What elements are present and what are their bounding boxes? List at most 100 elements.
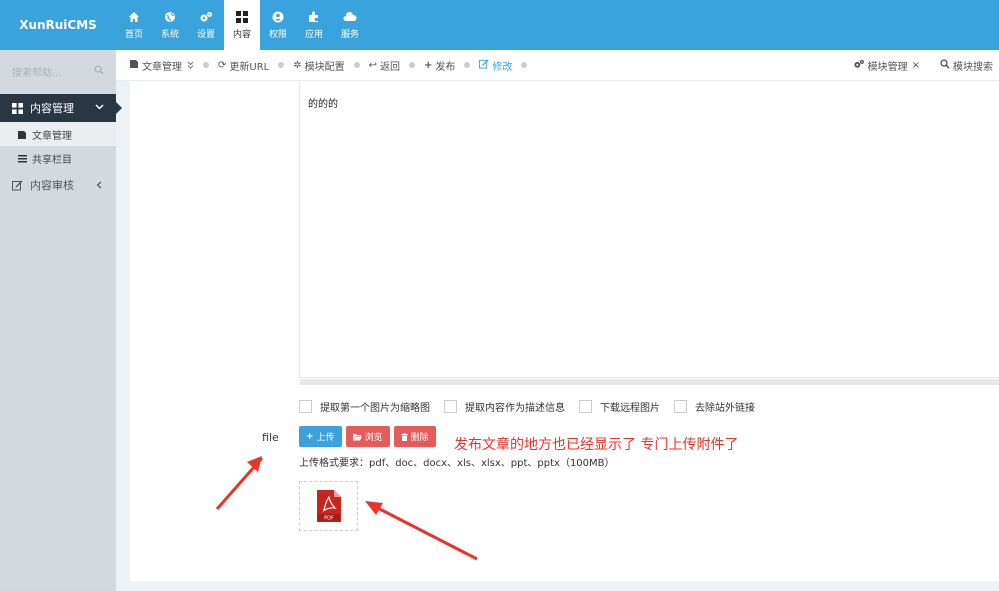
top-nav: 首页 系统 设置 内容 权限 应用 服务 bbox=[116, 0, 368, 50]
puzzle-icon bbox=[307, 10, 321, 24]
file-field-label: file bbox=[262, 431, 279, 444]
toolbar-right: 模块管理 × 模块搜索 bbox=[853, 50, 993, 81]
toolbar-module-search[interactable]: 模块搜索 bbox=[940, 58, 993, 73]
editor-scrollbar[interactable] bbox=[300, 379, 999, 385]
checkbox[interactable] bbox=[299, 400, 312, 413]
checkbox[interactable] bbox=[579, 400, 592, 413]
upload-button[interactable]: + 上传 bbox=[299, 426, 342, 447]
main-content: 的的的 提取第一个图片为缩略图 提取内容作为描述信息 下载远程图片 去除站外链接… bbox=[130, 81, 999, 581]
delete-button[interactable]: 删除 bbox=[393, 426, 436, 447]
option-thumbnail[interactable]: 提取第一个图片为缩略图 bbox=[299, 399, 430, 414]
sidebar-item-label: 文章管理 bbox=[32, 130, 72, 142]
sidebar-group-content[interactable]: 内容管理 bbox=[0, 94, 122, 122]
toolbar-edit[interactable]: 修改 bbox=[479, 58, 512, 73]
grid-icon bbox=[235, 10, 249, 24]
toolbar-label: 更新URL bbox=[229, 61, 270, 73]
search-icon bbox=[940, 59, 950, 72]
toolbar-label: 返回 bbox=[380, 61, 401, 73]
option-label: 下载远程图片 bbox=[600, 403, 660, 414]
chevron-left-icon bbox=[96, 181, 102, 189]
toolbar-publish[interactable]: + 发布 bbox=[424, 58, 455, 73]
separator-dot bbox=[203, 62, 209, 68]
sidebar-search[interactable]: 搜索帮助... bbox=[0, 50, 116, 92]
toolbar-label: 修改 bbox=[492, 61, 513, 73]
edit-icon bbox=[12, 180, 23, 191]
toolbar-back[interactable]: ↩ 返回 bbox=[369, 58, 400, 73]
plus-icon: + bbox=[306, 431, 314, 442]
logo[interactable]: XunRuiCMS bbox=[0, 0, 116, 50]
annotation-text: 发布文章的地方也已经显示了 专门上传附件了 bbox=[454, 437, 739, 453]
file-thumbnail[interactable]: PDF bbox=[299, 481, 358, 531]
option-label: 提取内容作为描述信息 bbox=[465, 403, 565, 414]
editor-options: 提取第一个图片为缩略图 提取内容作为描述信息 下载远程图片 去除站外链接 bbox=[299, 399, 769, 414]
refresh-icon: ⟳ bbox=[218, 59, 227, 71]
separator-dot bbox=[521, 62, 528, 68]
sidebar-item-review[interactable]: 内容审核 bbox=[0, 170, 116, 200]
sidebar: 搜索帮助... 内容管理 文章管理 共享栏目 内容审核 bbox=[0, 50, 122, 591]
sidebar-item-label: 共享栏目 bbox=[32, 154, 72, 166]
gears-icon bbox=[199, 10, 213, 24]
toolbar-update-url[interactable]: ⟳ 更新URL bbox=[218, 58, 269, 73]
toolbar-label: 模块管理 bbox=[867, 62, 908, 73]
nav-label: 服务 bbox=[340, 30, 359, 40]
toolbar-label: 模块配置 bbox=[304, 61, 345, 73]
nav-system[interactable]: 系统 bbox=[152, 0, 188, 50]
chevron-down-icon bbox=[95, 102, 104, 111]
search-icon[interactable] bbox=[94, 64, 104, 78]
toolbar-module-manage[interactable]: 模块管理 × bbox=[853, 58, 920, 73]
nav-settings[interactable]: 设置 bbox=[188, 0, 224, 50]
reply-icon: ↩ bbox=[368, 59, 378, 71]
upload-format-hint: 上传格式要求：pdf、doc、docx、xls、xlsx、ppt、pptx（10… bbox=[299, 458, 615, 469]
button-label: 浏览 bbox=[364, 433, 383, 443]
nav-label: 设置 bbox=[196, 30, 215, 40]
logo-text: XunRuiCMS bbox=[19, 18, 97, 32]
toolbar-module-config[interactable]: ✲ 模块配置 bbox=[293, 58, 344, 73]
close-icon[interactable]: × bbox=[912, 60, 920, 71]
checkbox[interactable] bbox=[444, 400, 457, 413]
nav-label: 首页 bbox=[124, 30, 143, 40]
cloud-icon bbox=[343, 10, 357, 24]
edit-square-icon bbox=[18, 129, 27, 139]
top-header: XunRuiCMS 首页 系统 设置 内容 权限 应用 服务 bbox=[0, 0, 999, 50]
toolbar-label: 发布 bbox=[435, 61, 456, 73]
pdf-file-icon: PDF bbox=[316, 490, 341, 522]
folder-open-icon bbox=[352, 433, 362, 441]
user-icon bbox=[271, 10, 285, 24]
separator-dot bbox=[278, 62, 285, 68]
edit-icon bbox=[479, 58, 489, 72]
button-label: 上传 bbox=[316, 433, 335, 443]
editor-text[interactable]: 的的的 bbox=[308, 95, 338, 110]
separator-dot bbox=[464, 62, 471, 68]
search-placeholder[interactable]: 搜索帮助... bbox=[12, 64, 62, 79]
nav-permissions[interactable]: 权限 bbox=[260, 0, 296, 50]
content-editor[interactable]: 的的的 bbox=[299, 81, 999, 385]
nav-home[interactable]: 首页 bbox=[116, 0, 152, 50]
browse-button[interactable]: 浏览 bbox=[345, 426, 390, 447]
sidebar-item-articles[interactable]: 文章管理 bbox=[0, 122, 116, 146]
nav-label: 内容 bbox=[232, 30, 251, 40]
sidebar-item-shared-columns[interactable]: 共享栏目 bbox=[0, 146, 116, 170]
option-remove-links[interactable]: 去除站外链接 bbox=[674, 399, 755, 414]
option-download-images[interactable]: 下载远程图片 bbox=[579, 399, 660, 414]
nav-apps[interactable]: 应用 bbox=[296, 0, 332, 50]
nav-content[interactable]: 内容 bbox=[224, 0, 260, 50]
sidebar-group-label: 内容管理 bbox=[30, 102, 74, 115]
toolbar-label: 文章管理 bbox=[142, 61, 182, 73]
button-label: 删除 bbox=[410, 433, 429, 443]
double-chevron-down-icon bbox=[187, 61, 194, 69]
home-icon bbox=[127, 10, 141, 24]
edit-square-icon bbox=[130, 59, 139, 71]
checkbox[interactable] bbox=[674, 400, 687, 413]
option-label: 去除站外链接 bbox=[695, 403, 755, 414]
toolbar: 文章管理 ⟳ 更新URL ✲ 模块配置 ↩ 返回 + 发布 修改 模块管理 × … bbox=[116, 50, 999, 81]
gear-icon: ✲ bbox=[293, 59, 302, 71]
sidebar-item-label: 内容审核 bbox=[30, 179, 74, 192]
globe-icon bbox=[163, 10, 177, 24]
file-buttons: + 上传 浏览 删除 bbox=[299, 426, 436, 447]
toolbar-label: 模块搜索 bbox=[953, 62, 993, 73]
toolbar-article-manage[interactable]: 文章管理 bbox=[130, 58, 194, 73]
option-label: 提取第一个图片为缩略图 bbox=[320, 403, 430, 414]
list-icon bbox=[18, 154, 27, 163]
option-description[interactable]: 提取内容作为描述信息 bbox=[444, 399, 565, 414]
nav-services[interactable]: 服务 bbox=[332, 0, 368, 50]
